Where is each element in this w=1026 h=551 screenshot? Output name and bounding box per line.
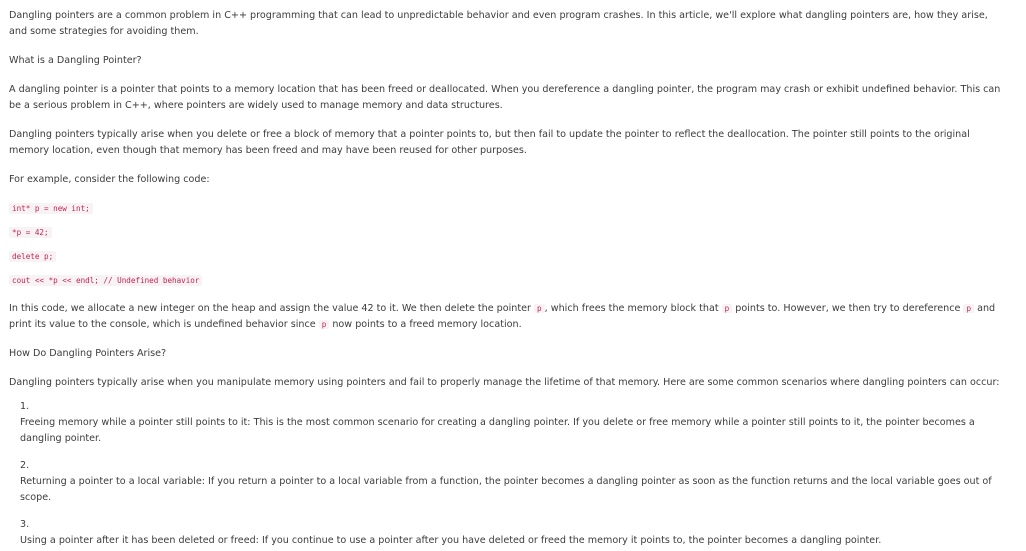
- definition-paragraph: A dangling pointer is a pointer that poi…: [9, 84, 1001, 111]
- intro-paragraph: Dangling pointers are a common problem i…: [9, 10, 988, 37]
- explanation-text: now points to a freed memory location.: [329, 319, 522, 330]
- inline-code-var: p: [721, 304, 733, 313]
- scenarios-paragraph: Dangling pointers typically arise when y…: [9, 377, 1000, 388]
- list-item-text: Returning a pointer to a local variable:…: [20, 476, 992, 503]
- list-item-text: Freeing memory while a pointer still poi…: [20, 417, 975, 444]
- code-line-text: int* p = new int;: [9, 203, 93, 214]
- cause-paragraph: Dangling pointers typically arise when y…: [9, 129, 970, 156]
- section-heading-how-arise: How Do Dangling Pointers Arise?: [9, 348, 167, 359]
- list-item-text: Using a pointer after it has been delete…: [20, 535, 882, 546]
- code-line-text: cout << *p << endl; // Undefined behavio…: [9, 275, 203, 286]
- code-line-text: delete p;: [9, 251, 57, 262]
- code-line-text: *p = 42;: [9, 227, 52, 238]
- inline-code-var: p: [534, 304, 545, 313]
- list-item: 1. Freeing memory while a pointer still …: [20, 399, 1006, 447]
- article-body: Dangling pointers are a common problem i…: [0, 0, 1026, 549]
- section-heading-what-is: What is a Dangling Pointer?: [9, 55, 142, 66]
- code-line: cout << *p << endl; // Undefined behavio…: [9, 273, 1006, 289]
- list-item-number: 1.: [20, 401, 30, 412]
- code-example: int* p = new int; *p = 42; delete p; cou…: [9, 201, 1006, 289]
- inline-code-var: p: [963, 304, 975, 313]
- inline-code-var: p: [318, 320, 330, 329]
- explanation-text: , which frees the memory block that: [544, 303, 722, 314]
- example-intro: For example, consider the following code…: [9, 174, 210, 185]
- list-item: 2. Returning a pointer to a local variab…: [20, 458, 1006, 506]
- code-line: delete p;: [9, 249, 1006, 265]
- explanation-text: In this code, we allocate a new integer …: [9, 303, 535, 314]
- list-item-number: 3.: [20, 519, 30, 530]
- list-item: 3. Using a pointer after it has been del…: [20, 517, 1006, 549]
- code-line: *p = 42;: [9, 225, 1006, 241]
- explanation-text: points to. However, we then try to deref…: [732, 303, 964, 314]
- code-line: int* p = new int;: [9, 201, 1006, 217]
- scenarios-list: 1. Freeing memory while a pointer still …: [9, 399, 1006, 549]
- list-item-number: 2.: [20, 460, 30, 471]
- explanation-paragraph: In this code, we allocate a new integer …: [9, 301, 1006, 333]
